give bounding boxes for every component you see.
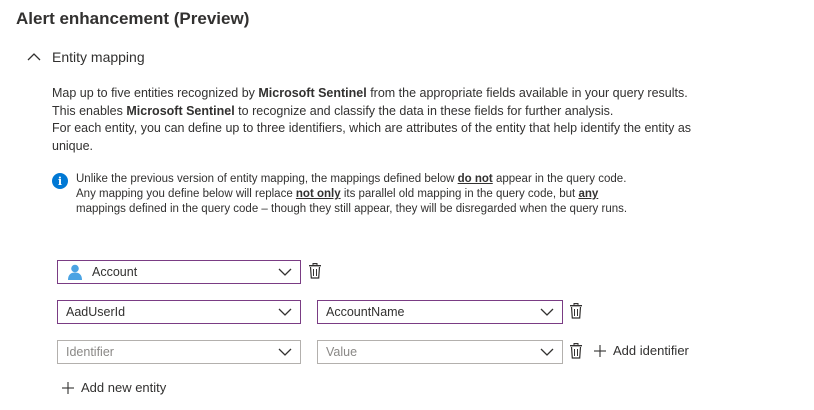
add-new-entity-label: Add new entity [81,380,167,395]
info-line-1: Unlike the previous version of entity ma… [76,173,627,185]
identifier-value-1: AadUserId [66,305,126,319]
entity-mapping-description: Map up to five entities recognized by Mi… [52,85,732,155]
identifier-dropdown-1[interactable]: AadUserId [57,300,301,324]
identifier-placeholder: Identifier [66,345,114,359]
chevron-down-icon [278,308,292,316]
value-placeholder: Value [326,345,358,359]
chevron-down-icon [540,348,554,356]
plus-icon [594,344,606,357]
info-line-2: Any mapping you define below will replac… [76,188,599,200]
entity-mapping-toggle[interactable]: Entity mapping [26,49,145,65]
value-dropdown-1[interactable]: AccountName [317,300,563,324]
entity-mapping-label: Entity mapping [52,49,145,65]
add-identifier-button[interactable]: Add identifier [593,343,689,358]
info-message: i Unlike the previous version of entity … [52,172,772,217]
plus-icon [62,381,74,394]
section-title: Alert enhancement (Preview) [16,9,250,28]
value-dropdown-2[interactable]: Value [317,340,563,364]
delete-entity-icon[interactable] [308,263,322,279]
delete-identifier-icon[interactable] [569,303,583,319]
add-identifier-label: Add identifier [613,343,689,358]
chevron-down-icon [540,308,554,316]
identifier-dropdown-2[interactable]: Identifier [57,340,301,364]
chevron-down-icon [278,348,292,356]
add-new-entity-button[interactable]: Add new entity [61,380,166,395]
description-line-1: Map up to five entities recognized by Mi… [52,86,688,100]
delete-identifier-icon[interactable] [569,343,583,359]
description-line-3: For each entity, you can define up to th… [52,121,692,153]
value-field-1: AccountName [326,305,405,319]
description-line-2: This enables Microsoft Sentinel to recog… [52,103,614,118]
person-icon [68,264,82,280]
chevron-down-icon [278,268,292,276]
info-line-3: mappings defined in the query code – tho… [76,203,628,215]
chevron-up-icon [27,53,41,61]
info-icon: i [52,173,68,189]
entity-type-dropdown[interactable]: Account [57,260,301,284]
entity-type-value: Account [92,265,138,279]
